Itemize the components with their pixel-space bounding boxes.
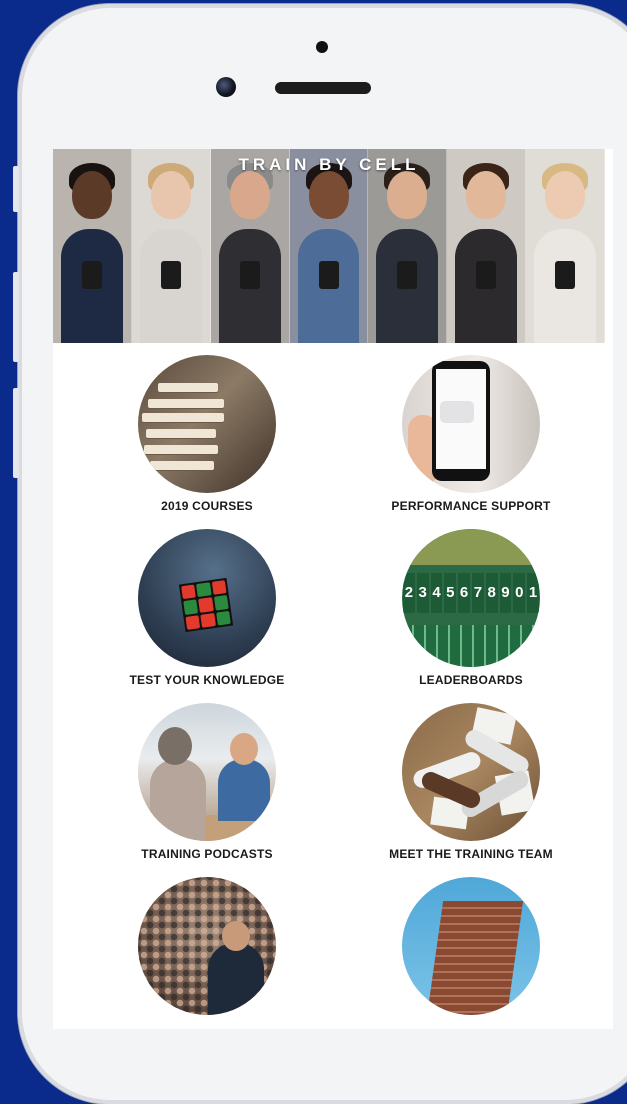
scoreboard-digit: 3: [416, 573, 429, 613]
books-icon[interactable]: [138, 355, 276, 493]
app-screen: TRAIN BY CELL 2019 COURSES PERFORMANCE S…: [53, 149, 613, 1029]
volume-down-button: [13, 388, 19, 478]
team-fists-icon[interactable]: [402, 703, 540, 841]
tile-label[interactable]: 2019 COURSES: [87, 499, 327, 513]
earpiece-speaker: [275, 82, 371, 94]
tile-2019-courses[interactable]: 2019 COURSES: [87, 355, 327, 513]
header-banner: TRAIN BY CELL: [53, 149, 606, 343]
volume-up-button: [13, 272, 19, 362]
scoreboard-digit: 1: [527, 573, 539, 613]
banner-title: TRAIN BY CELL: [238, 155, 420, 174]
tile-label[interactable]: MEET THE TRAINING TEAM: [351, 847, 591, 861]
tile-label[interactable]: PERFORMANCE SUPPORT: [351, 499, 591, 513]
scoreboard-digit: 6: [458, 573, 470, 613]
scoreboard-digit: 8: [485, 573, 498, 613]
scoreboard-digit: 2: [403, 573, 415, 613]
scoreboard-digit: 0: [513, 573, 526, 613]
podcast-icon[interactable]: [138, 703, 276, 841]
proximity-sensor: [316, 41, 328, 53]
tile-test-your-knowledge[interactable]: TEST YOUR KNOWLEDGE: [87, 529, 327, 687]
rubiks-cube-icon[interactable]: [138, 529, 276, 667]
tile-performance-support[interactable]: PERFORMANCE SUPPORT: [351, 355, 591, 513]
audience-icon[interactable]: [138, 877, 276, 1015]
front-camera-icon: [216, 77, 236, 97]
phone-message-icon[interactable]: [402, 355, 540, 493]
tile-leaderboards[interactable]: 2 3 4 5 6 7 8 9 0 1 LEADERBOARDS: [351, 529, 591, 687]
tile-meet-the-training-team[interactable]: MEET THE TRAINING TEAM: [351, 703, 591, 861]
scoreboard-digit: 7: [471, 573, 484, 613]
skyscraper-icon[interactable]: [402, 877, 540, 1015]
mute-switch: [13, 166, 19, 212]
tile-label[interactable]: LEADERBOARDS: [351, 673, 591, 687]
tile-skyscraper[interactable]: [351, 877, 591, 1021]
tile-training-podcasts[interactable]: TRAINING PODCASTS: [87, 703, 327, 861]
phone-frame: TRAIN BY CELL 2019 COURSES PERFORMANCE S…: [18, 4, 627, 1104]
scoreboard-digit: 9: [499, 573, 512, 613]
tile-audience[interactable]: [87, 877, 327, 1021]
tile-label[interactable]: TEST YOUR KNOWLEDGE: [87, 673, 327, 687]
tile-label[interactable]: TRAINING PODCASTS: [87, 847, 327, 861]
scoreboard-icon[interactable]: 2 3 4 5 6 7 8 9 0 1: [402, 529, 540, 667]
scoreboard-digit: 5: [444, 573, 457, 613]
scoreboard-digit: 4: [430, 573, 443, 613]
